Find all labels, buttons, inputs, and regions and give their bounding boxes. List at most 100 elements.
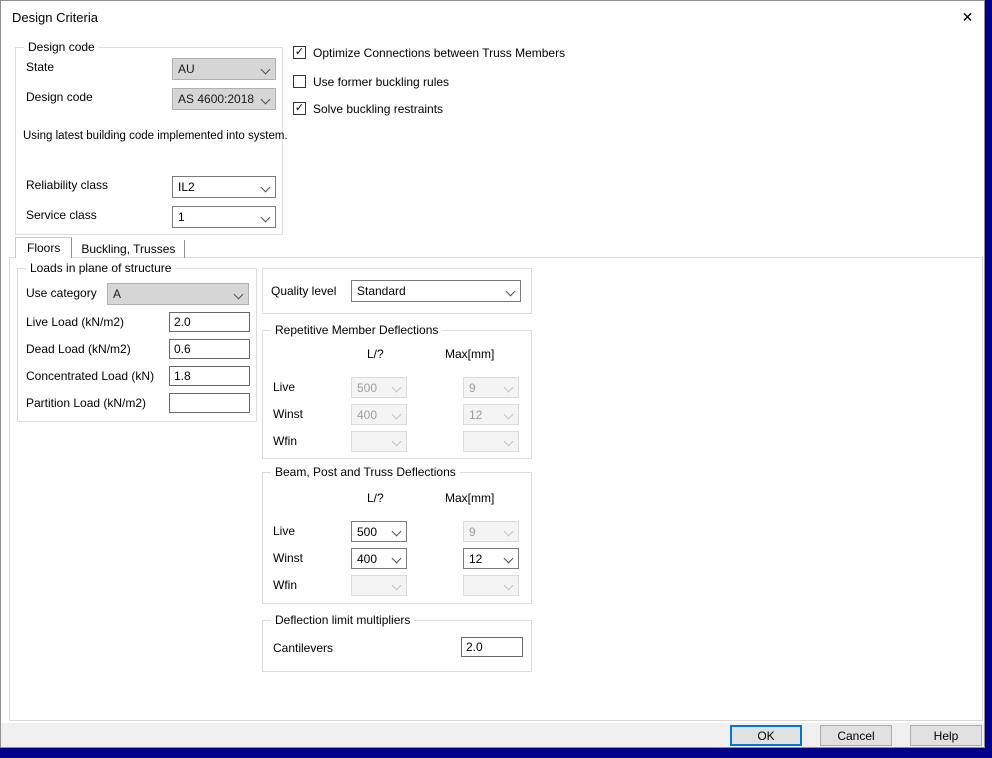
former-buckling-label: Use former buckling rules xyxy=(313,75,449,89)
repetitive-live-max-dropdown: 9 xyxy=(463,377,519,398)
beam-live-l-value: 500 xyxy=(357,525,377,539)
quality-level-label: Quality level xyxy=(271,284,336,298)
dead-load-label: Dead Load (kN/m2) xyxy=(26,342,131,356)
former-buckling-checkbox[interactable]: Use former buckling rules xyxy=(293,74,449,89)
dialog-footer: OK Cancel Help xyxy=(1,723,984,747)
repetitive-winst-max-dropdown: 12 xyxy=(463,404,519,425)
repetitive-live-label: Live xyxy=(273,380,295,394)
tab-buckling-trusses[interactable]: Buckling, Trusses xyxy=(72,240,185,258)
design-code-group-label: Design code xyxy=(24,40,99,54)
help-button[interactable]: Help xyxy=(910,725,982,746)
beam-wfin-l-dropdown xyxy=(351,575,407,596)
repetitive-winst-l-dropdown: 400 xyxy=(351,404,407,425)
beam-live-label: Live xyxy=(273,524,295,538)
multipliers-group-label: Deflection limit multipliers xyxy=(271,613,414,627)
beam-winst-label: Winst xyxy=(273,551,303,565)
live-load-label: Live Load (kN/m2) xyxy=(26,315,124,329)
chevron-down-icon xyxy=(261,95,271,105)
repetitive-group-label: Repetitive Member Deflections xyxy=(271,323,442,337)
ok-button[interactable]: OK xyxy=(730,725,802,746)
chevron-down-icon xyxy=(392,437,402,447)
quality-level-value: Standard xyxy=(357,284,406,298)
chevron-down-icon xyxy=(392,527,402,537)
tab-strip: Floors Buckling, Trusses xyxy=(15,237,185,258)
beam-deflections-group: Beam, Post and Truss Deflections L/? Max… xyxy=(262,472,532,604)
tab-floors[interactable]: Floors xyxy=(15,237,72,258)
reliability-class-value: IL2 xyxy=(178,180,195,194)
chevron-down-icon xyxy=(504,527,514,537)
titlebar: Design Criteria ✕ xyxy=(1,1,984,33)
chevron-down-icon xyxy=(392,554,402,564)
concentrated-load-input[interactable] xyxy=(169,366,250,386)
chevron-down-icon xyxy=(261,183,271,193)
chevron-down-icon xyxy=(392,581,402,591)
repetitive-wfin-label: Wfin xyxy=(273,434,297,448)
concentrated-load-label: Concentrated Load (kN) xyxy=(26,369,154,383)
checkmark-icon: ✓ xyxy=(295,103,304,114)
repetitive-wfin-max-dropdown xyxy=(463,431,519,452)
reliability-class-label: Reliability class xyxy=(26,178,108,192)
reliability-class-dropdown[interactable]: IL2 xyxy=(172,176,276,198)
tab-floors-label: Floors xyxy=(27,241,60,255)
chevron-down-icon xyxy=(504,554,514,564)
chevron-down-icon xyxy=(261,213,271,223)
design-code-group: Design code State AU Design code AS 4600… xyxy=(15,47,283,235)
repetitive-col-l-header: L/? xyxy=(367,347,384,361)
beam-wfin-label: Wfin xyxy=(273,578,297,592)
beam-group-label: Beam, Post and Truss Deflections xyxy=(271,465,460,479)
partition-load-input[interactable] xyxy=(169,393,250,413)
use-category-dropdown[interactable]: A xyxy=(107,283,249,305)
state-dropdown[interactable]: AU xyxy=(172,58,276,80)
service-class-value: 1 xyxy=(178,210,185,224)
optimize-connections-checkbox[interactable]: ✓ Optimize Connections between Truss Mem… xyxy=(293,45,565,60)
design-code-dropdown[interactable]: AS 4600:2018 xyxy=(172,88,276,110)
tab-buckling-trusses-label: Buckling, Trusses xyxy=(81,242,175,256)
checkbox-box: ✓ xyxy=(293,46,306,59)
window-title: Design Criteria xyxy=(12,10,98,25)
design-code-value: AS 4600:2018 xyxy=(178,92,254,106)
design-code-label: Design code xyxy=(26,90,93,104)
loads-group-label: Loads in plane of structure xyxy=(26,261,175,275)
state-label: State xyxy=(26,60,54,74)
repetitive-winst-max-value: 12 xyxy=(469,408,482,422)
quality-level-dropdown[interactable]: Standard xyxy=(351,280,521,302)
use-category-value: A xyxy=(113,287,121,301)
floors-tab-page: Loads in plane of structure Use category… xyxy=(9,257,983,721)
chevron-down-icon xyxy=(392,383,402,393)
beam-winst-l-dropdown[interactable]: 400 xyxy=(351,548,407,569)
service-class-dropdown[interactable]: 1 xyxy=(172,206,276,228)
beam-col-max-header: Max[mm] xyxy=(445,491,494,505)
chevron-down-icon xyxy=(504,581,514,591)
solve-restraints-label: Solve buckling restraints xyxy=(313,102,443,116)
repetitive-live-l-value: 500 xyxy=(357,381,377,395)
cantilevers-label: Cantilevers xyxy=(273,641,333,655)
beam-winst-max-dropdown[interactable]: 12 xyxy=(463,548,519,569)
use-category-label: Use category xyxy=(26,286,97,300)
beam-live-max-value: 9 xyxy=(469,525,476,539)
design-criteria-dialog: Design Criteria ✕ Design code State AU D… xyxy=(0,0,985,748)
repetitive-wfin-l-dropdown xyxy=(351,431,407,452)
beam-live-l-dropdown[interactable]: 500 xyxy=(351,521,407,542)
live-load-input[interactable] xyxy=(169,312,250,332)
cancel-button[interactable]: Cancel xyxy=(820,725,892,746)
state-value: AU xyxy=(178,62,195,76)
solve-restraints-checkbox[interactable]: ✓ Solve buckling restraints xyxy=(293,101,443,116)
checkbox-box: ✓ xyxy=(293,102,306,115)
repetitive-live-max-value: 9 xyxy=(469,381,476,395)
optimize-connections-label: Optimize Connections between Truss Membe… xyxy=(313,46,565,60)
chevron-down-icon xyxy=(504,410,514,420)
dead-load-input[interactable] xyxy=(169,339,250,359)
beam-col-l-header: L/? xyxy=(367,491,384,505)
chevron-down-icon xyxy=(392,410,402,420)
chevron-down-icon xyxy=(504,437,514,447)
partition-load-label: Partition Load (kN/m2) xyxy=(26,396,146,410)
checkmark-icon: ✓ xyxy=(295,47,304,58)
cantilevers-input[interactable] xyxy=(461,637,523,657)
close-icon[interactable]: ✕ xyxy=(951,1,984,33)
repetitive-deflections-group: Repetitive Member Deflections L/? Max[mm… xyxy=(262,330,532,459)
repetitive-winst-l-value: 400 xyxy=(357,408,377,422)
loads-group: Loads in plane of structure Use category… xyxy=(17,268,257,422)
design-code-note: Using latest building code implemented i… xyxy=(23,130,288,142)
checkbox-box xyxy=(293,75,306,88)
chevron-down-icon xyxy=(504,383,514,393)
